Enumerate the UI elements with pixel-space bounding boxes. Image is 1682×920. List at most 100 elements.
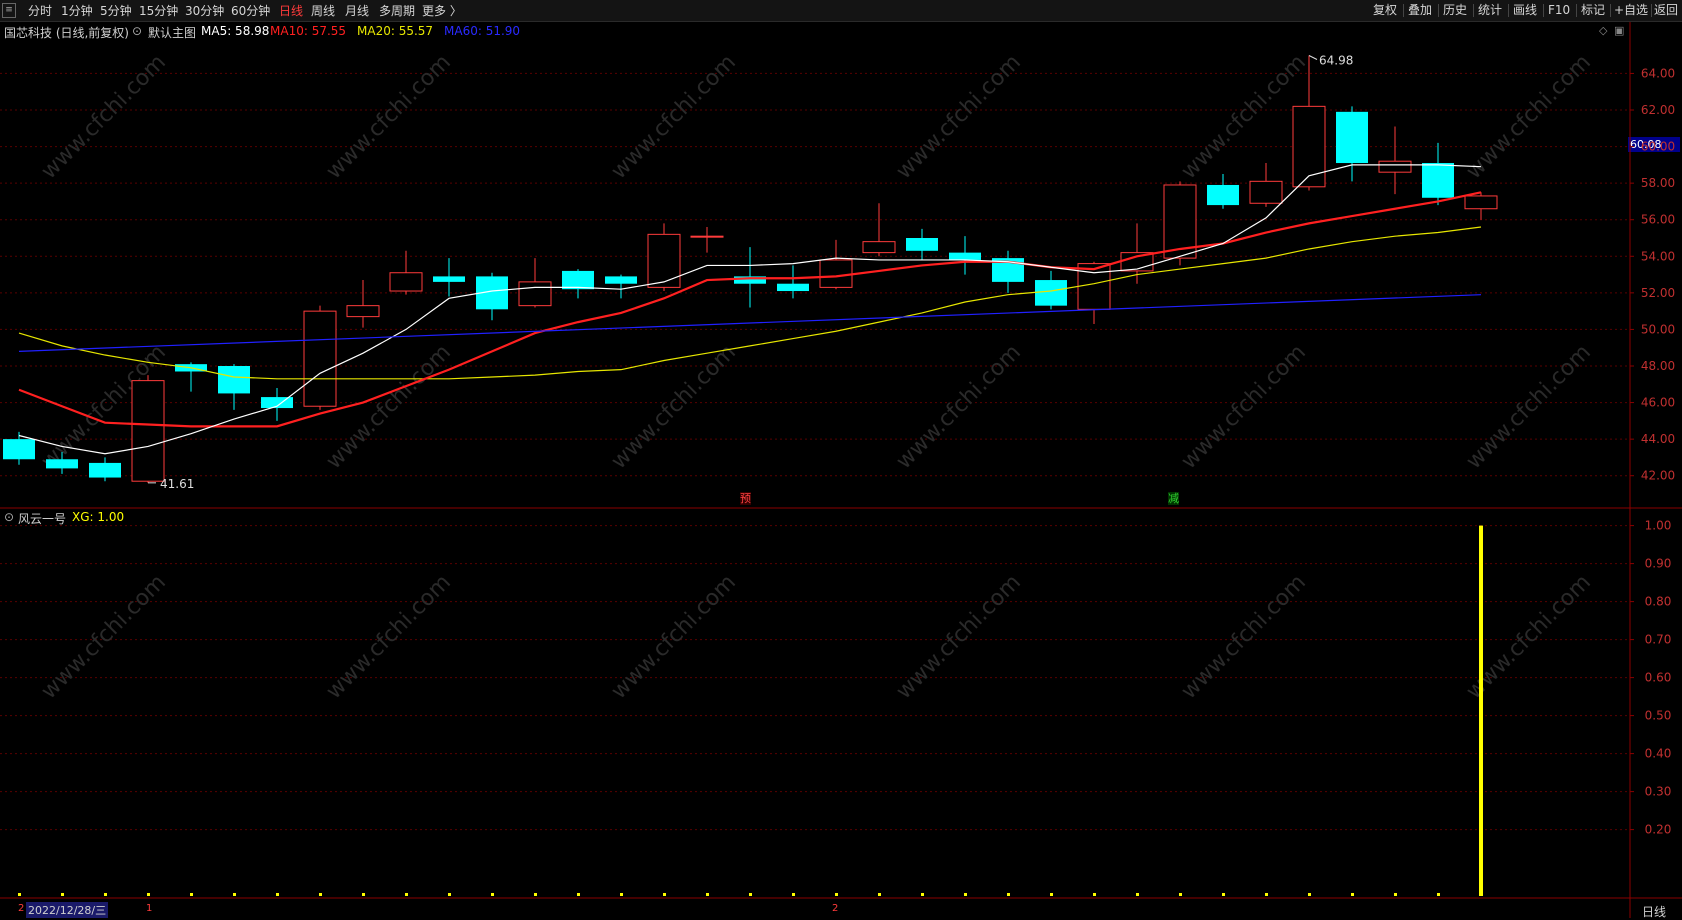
signal-dot	[190, 893, 193, 896]
candle-body-up	[1077, 263, 1111, 310]
watermark: www.cfchi.com	[607, 340, 741, 474]
chart-canvas: 64.00 62.00 60.00 58.00 56.00 54.00 52.00 50.00…	[0, 22, 1682, 918]
signal-dot	[878, 893, 881, 896]
y-tick-label: 0.50	[1645, 709, 1672, 723]
y-tick-label: 42.00	[1641, 469, 1675, 483]
y-tick-label: 54.00	[1641, 249, 1675, 263]
watermark: www.cfchi.com	[607, 50, 741, 184]
watermark: www.cfchi.com	[892, 50, 1026, 184]
signal-bar	[1479, 525, 1483, 896]
candle-body-down	[46, 459, 78, 469]
signal-dot	[147, 893, 150, 896]
watermark: www.cfchi.com	[1177, 570, 1311, 704]
signal-dot	[1050, 893, 1053, 896]
signal-dot	[1308, 893, 1311, 896]
signal-dot	[1136, 893, 1139, 896]
signal-dot	[448, 893, 451, 896]
signal-dot	[491, 893, 494, 896]
candle-body-up	[518, 281, 552, 307]
signal-dot	[835, 893, 838, 896]
watermark: www.cfchi.com	[37, 570, 171, 704]
watermark: www.cfchi.com	[322, 50, 456, 184]
signal-dot	[1394, 893, 1397, 896]
candle-body-down	[605, 276, 637, 284]
watermark: www.cfchi.com	[322, 570, 456, 704]
signal-dot	[1437, 893, 1440, 896]
signal-dot	[104, 893, 107, 896]
candle-body-down	[1207, 184, 1239, 206]
signal-dot	[1093, 893, 1096, 896]
signal-dot	[620, 893, 623, 896]
y-tick-label: 62.00	[1641, 103, 1675, 117]
signal-dot	[706, 893, 709, 896]
signal-dot	[405, 893, 408, 896]
candle-body-up	[690, 235, 724, 238]
signal-dot	[792, 893, 795, 896]
signal-dot	[1007, 893, 1010, 896]
signal-dot	[233, 893, 236, 896]
candle-body-up	[303, 310, 337, 407]
watermark: www.cfchi.com	[1462, 340, 1596, 474]
candle-body-down	[562, 270, 594, 290]
high-label: 64.98	[1319, 54, 1353, 68]
watermark: www.cfchi.com	[1462, 50, 1596, 184]
candle-body-up	[346, 305, 380, 318]
signal-dot	[921, 893, 924, 896]
candle-body-up	[647, 233, 681, 288]
watermark: www.cfchi.com	[607, 570, 741, 704]
signal-dot	[964, 893, 967, 896]
candle-body-up	[1249, 180, 1283, 204]
signal-dot	[1222, 893, 1225, 896]
watermark: www.cfchi.com	[1177, 50, 1311, 184]
signal-dot	[1265, 893, 1268, 896]
watermark: www.cfchi.com	[37, 50, 171, 184]
watermark: www.cfchi.com	[892, 570, 1026, 704]
signal-dot	[362, 893, 365, 896]
y-tick-label: 0.60	[1645, 671, 1672, 685]
y-tick-label: 0.80	[1645, 595, 1672, 609]
candle-body-down	[218, 366, 250, 394]
y-tick-label: 58.00	[1641, 176, 1675, 190]
candle-body-up	[131, 380, 165, 482]
signal-dot	[61, 893, 64, 896]
candle-body-up	[819, 259, 853, 288]
candle-body-down	[3, 439, 35, 460]
y-tick-label: 56.00	[1641, 213, 1675, 227]
candle-body-up	[1464, 195, 1498, 210]
y-tick-label: 0.90	[1645, 557, 1672, 571]
high-pointer	[1308, 55, 1318, 60]
candle-body-down	[1422, 163, 1454, 198]
signal-dot	[18, 893, 21, 896]
y-tick-label: 0.70	[1645, 633, 1672, 647]
candle-body-up	[1292, 105, 1326, 188]
y-tick-label: 60.00	[1641, 140, 1675, 154]
candle-body-down	[433, 276, 465, 282]
signal-dot	[276, 893, 279, 896]
watermark: www.cfchi.com	[892, 340, 1026, 474]
candle-body-down	[89, 462, 121, 478]
candle-body-down	[906, 238, 938, 251]
signal-dot	[319, 893, 322, 896]
candle-body-down	[949, 252, 981, 260]
candle-body-down	[777, 283, 809, 292]
signal-dot	[1179, 893, 1182, 896]
candle-body-up	[862, 241, 896, 254]
y-tick-label: 0.40	[1645, 747, 1672, 761]
y-tick-label: 0.20	[1645, 823, 1672, 837]
y-tick-label: 0.30	[1645, 785, 1672, 799]
y-tick-label: 64.00	[1641, 66, 1675, 80]
candle-body-down	[1035, 280, 1067, 306]
watermark: www.cfchi.com	[1177, 340, 1311, 474]
y-tick-label: 46.00	[1641, 396, 1675, 410]
ma5-line	[18, 164, 1482, 455]
low-label: 41.61	[160, 477, 194, 491]
signal-dot	[749, 893, 752, 896]
signal-dot	[663, 893, 666, 896]
y-tick-label: 44.00	[1641, 432, 1675, 446]
signal-dot	[577, 893, 580, 896]
signal-dot	[534, 893, 537, 896]
signal-dot	[1351, 893, 1354, 896]
y-tick-label: 1.00	[1645, 519, 1672, 533]
candle-body-up	[1378, 160, 1412, 173]
y-tick-label: 52.00	[1641, 286, 1675, 300]
